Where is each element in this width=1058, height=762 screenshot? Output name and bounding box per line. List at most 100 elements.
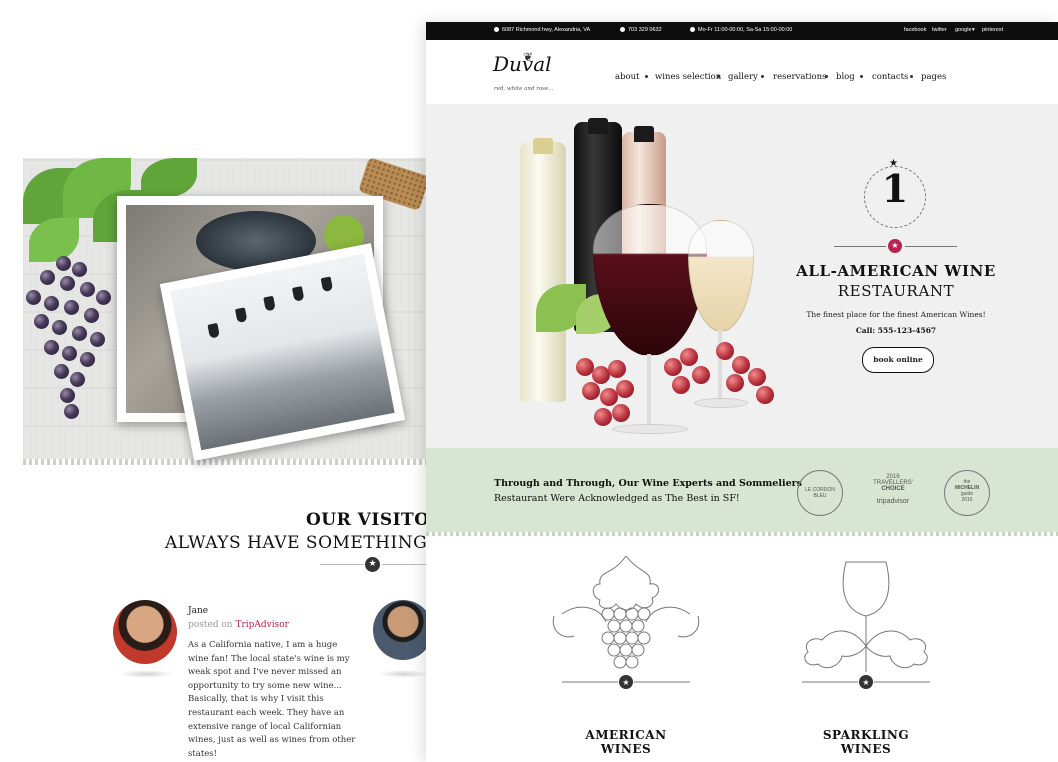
red-grape-icon bbox=[716, 342, 734, 360]
avatar-shadow bbox=[378, 670, 430, 678]
hero-description: The finest place for the finest American… bbox=[806, 310, 986, 319]
american-wines-line2: WINES bbox=[600, 742, 652, 756]
reviewer-avatar-second bbox=[373, 600, 433, 660]
social-facebook[interactable]: facebook bbox=[904, 27, 926, 33]
nav-separator bbox=[645, 75, 648, 78]
grape-icon bbox=[44, 340, 59, 355]
grape-icon bbox=[56, 256, 71, 271]
awards-heading: Through and Through, Our Wine Experts an… bbox=[494, 478, 802, 489]
social-google[interactable]: google bbox=[955, 27, 972, 33]
grape-icon bbox=[52, 320, 67, 335]
hero-title: ALL-AMERICAN WINE bbox=[796, 262, 996, 280]
grape-icon bbox=[96, 290, 111, 305]
grape-icon bbox=[90, 332, 105, 347]
grape-icon bbox=[80, 282, 95, 297]
phone-icon bbox=[620, 27, 625, 33]
grape-icon bbox=[80, 352, 95, 367]
awards-subheading: Restaurant Were Acknowledged as The Best… bbox=[494, 493, 740, 504]
grape-icon bbox=[54, 364, 69, 379]
address-text: 6087 Richmond hwy, Alexandria, VA bbox=[502, 27, 591, 33]
white-wine-bottle-image bbox=[520, 142, 566, 402]
review-source-prefix: posted on bbox=[188, 620, 236, 630]
grape-leaf-icon bbox=[141, 158, 197, 198]
red-grape-icon bbox=[594, 408, 612, 426]
red-grape-icon bbox=[756, 386, 774, 404]
red-grape-icon bbox=[612, 404, 630, 422]
avatar-shadow bbox=[118, 670, 174, 678]
le-cordon-bleu-badge: LE CORDON BLEU bbox=[797, 470, 843, 516]
red-grape-icon bbox=[672, 376, 690, 394]
grape-icon bbox=[64, 300, 79, 315]
tripadvisor-badge: 2016 TRAVELLERS' CHOICE tripadvisor bbox=[865, 468, 921, 518]
hero-section: ★ 1 ★ ALL-AMERICAN WINE RESTAURANT The f… bbox=[426, 104, 1058, 448]
wine-glass-line-art-icon: ★ bbox=[802, 561, 930, 689]
michelin-guide-badge: the MICHELIN guide 2016 bbox=[944, 470, 990, 516]
nav-gallery[interactable]: gallery bbox=[728, 72, 758, 82]
nav-about[interactable]: about bbox=[615, 72, 640, 82]
nav-pages[interactable]: pages bbox=[921, 72, 946, 82]
grape-icon bbox=[84, 308, 99, 323]
sparkling-wines-line1: SPARKLING bbox=[822, 728, 910, 742]
red-grape-icon bbox=[726, 374, 744, 392]
glass-stem bbox=[647, 354, 651, 430]
white-wine-glass-image bbox=[688, 220, 754, 332]
front-page-preview: 6087 Richmond hwy, Alexandria, VA 703 32… bbox=[426, 22, 1058, 762]
bottle-cap bbox=[634, 126, 654, 142]
hero-subtitle: RESTAURANT bbox=[837, 282, 955, 300]
social-pinterest[interactable]: pinterest bbox=[982, 27, 1003, 33]
reviewer-name: Jane bbox=[188, 606, 209, 616]
visitors-divider-right bbox=[382, 564, 430, 565]
red-grape-icon bbox=[732, 356, 750, 374]
awards-band: Through and Through, Our Wine Experts an… bbox=[426, 448, 1058, 536]
nav-contacts[interactable]: contacts bbox=[872, 72, 908, 82]
grape-icon bbox=[72, 326, 87, 341]
top-info-bar: 6087 Richmond hwy, Alexandria, VA 703 32… bbox=[426, 22, 1058, 40]
pendant-lamp-icon bbox=[263, 295, 276, 312]
phone-info: 703 329 0632 bbox=[620, 27, 662, 33]
nav-blog[interactable]: blog bbox=[836, 72, 855, 82]
chevron-down-icon[interactable]: ▾ bbox=[972, 27, 975, 33]
grape-line-art-icon: ★ bbox=[552, 556, 700, 689]
award-number: 1 bbox=[881, 166, 909, 211]
sparkling-wines-label: SPARKLING WINES bbox=[796, 728, 936, 756]
sparkling-wines-line2: WINES bbox=[840, 742, 892, 756]
grape-icon bbox=[40, 270, 55, 285]
logo[interactable]: Duval bbox=[493, 52, 552, 76]
social-twitter[interactable]: twitter bbox=[932, 27, 947, 33]
nav-wines-selection[interactable]: wines selection bbox=[655, 72, 721, 82]
red-grape-icon bbox=[692, 366, 710, 384]
grape-icon bbox=[60, 276, 75, 291]
location-icon bbox=[494, 27, 499, 33]
star-icon: ★ bbox=[365, 557, 380, 572]
clock-icon bbox=[690, 27, 695, 33]
tripadvisor-brand: tripadvisor bbox=[876, 498, 910, 505]
star-icon: ★ bbox=[888, 239, 902, 253]
nav-separator bbox=[910, 75, 913, 78]
hours-text: Mo-Fr 11:00-00:00, Sa-Sa 15:00-00:00 bbox=[698, 27, 793, 33]
cordon-text: LE CORDON BLEU bbox=[805, 487, 835, 499]
review-source: posted on TripAdvisor bbox=[188, 620, 289, 630]
visitors-section-subtitle: ALWAYS HAVE SOMETHING NIC bbox=[165, 533, 470, 553]
grape-icon bbox=[62, 346, 77, 361]
nav-separator bbox=[761, 75, 764, 78]
visitors-section-title: OUR VISITOR bbox=[306, 510, 445, 530]
nav-separator bbox=[860, 75, 863, 78]
pendant-lamp-icon bbox=[207, 322, 220, 339]
grape-icon bbox=[70, 372, 85, 387]
address-info: 6087 Richmond hwy, Alexandria, VA bbox=[494, 27, 590, 33]
tripadvisor-link[interactable]: TripAdvisor bbox=[235, 620, 289, 630]
back-page-preview: OUR VISITOR ALWAYS HAVE SOMETHING NIC ★ … bbox=[0, 0, 469, 762]
ornament-line-left bbox=[834, 246, 886, 247]
review-text: As a California native, I am a huge wine… bbox=[188, 640, 356, 759]
pendant-lamp-icon bbox=[291, 286, 305, 302]
grape-icon bbox=[60, 388, 75, 403]
red-grape-icon bbox=[748, 368, 766, 386]
nav-reservations[interactable]: reservations bbox=[773, 72, 827, 82]
grape-icon bbox=[72, 262, 87, 277]
book-online-button[interactable]: book online bbox=[862, 347, 934, 373]
pendant-lamp-icon bbox=[320, 276, 334, 293]
svg-text:★: ★ bbox=[862, 678, 869, 687]
red-grape-icon bbox=[616, 380, 634, 398]
svg-text:★: ★ bbox=[622, 678, 629, 687]
glass-stem bbox=[718, 330, 722, 402]
